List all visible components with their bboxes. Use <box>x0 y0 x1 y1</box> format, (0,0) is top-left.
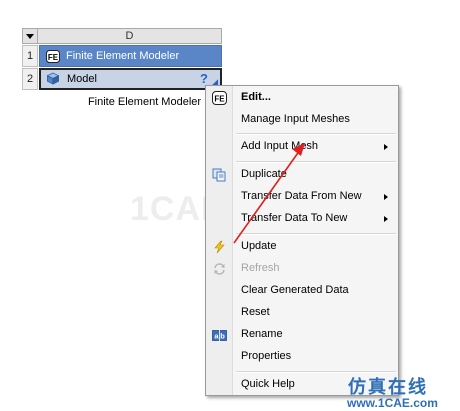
duplicate-icon <box>212 168 226 182</box>
system-title-label: Finite Element Modeler <box>66 50 180 62</box>
menu-item-label: Edit... <box>241 91 271 103</box>
menu-item-refresh: Refresh <box>206 258 398 280</box>
system-header: D <box>22 28 222 44</box>
menu-item-manage-input-meshes[interactable]: Manage Input Meshes <box>206 109 398 131</box>
menu-separator <box>236 233 396 235</box>
system-row-2[interactable]: 2 Model ? ◢ <box>22 68 222 90</box>
fe-icon: FE <box>46 50 60 63</box>
svg-text:FE: FE <box>48 53 59 62</box>
refresh-icon <box>214 263 225 275</box>
menu-item-label: Rename <box>241 328 283 340</box>
system-title-cell[interactable]: FE Finite Element Modeler <box>39 45 222 67</box>
fe-icon: FE <box>212 91 227 105</box>
menu-item-label: Properties <box>241 350 292 362</box>
menu-item-label: Transfer Data From New <box>241 190 362 202</box>
menu-separator <box>236 161 396 163</box>
menu-item-edit[interactable]: FE Edit... <box>206 87 398 109</box>
system-row-1[interactable]: 1 FE Finite Element Modeler <box>22 45 222 67</box>
svg-text:FE: FE <box>214 95 225 104</box>
menu-separator <box>236 133 396 135</box>
submenu-arrow-icon <box>384 216 388 222</box>
menu-item-label: Quick Help <box>241 378 295 390</box>
watermark-url: www.1CAE.com <box>347 396 438 410</box>
menu-item-label: Update <box>241 240 277 252</box>
row-number: 2 <box>22 68 38 90</box>
lightning-icon <box>214 240 225 254</box>
context-menu: FE Edit... Manage Input Meshes Add Input… <box>205 85 399 396</box>
submenu-arrow-icon <box>384 144 388 150</box>
system-menu-toggle[interactable] <box>22 28 38 44</box>
rename-icon: a b <box>212 329 227 342</box>
menu-item-label: Clear Generated Data <box>241 284 349 296</box>
menu-item-add-input-mesh[interactable]: Add Input Mesh <box>206 136 398 158</box>
menu-item-label: Manage Input Meshes <box>241 113 350 125</box>
row-number: 1 <box>22 45 38 67</box>
dropdown-arrow-icon <box>26 34 34 39</box>
menu-item-rename[interactable]: a b Rename <box>206 324 398 346</box>
menu-item-label: Duplicate <box>241 168 287 180</box>
model-cube-icon <box>46 72 60 85</box>
menu-item-label: Add Input Mesh <box>241 140 319 152</box>
system-block: D 1 FE Finite Element Modeler 2 Model ? … <box>22 28 222 108</box>
menu-item-transfer-data-to-new[interactable]: Transfer Data To New <box>206 208 398 230</box>
submenu-arrow-icon <box>384 194 388 200</box>
menu-item-reset[interactable]: Reset <box>206 302 398 324</box>
menu-item-label: Refresh <box>241 262 280 274</box>
column-header: D <box>38 28 222 44</box>
menu-item-clear-generated-data[interactable]: Clear Generated Data <box>206 280 398 302</box>
model-cell[interactable]: Model ? ◢ <box>39 68 222 90</box>
menu-item-properties[interactable]: Properties <box>206 346 398 368</box>
menu-item-duplicate[interactable]: Duplicate <box>206 164 398 186</box>
menu-item-update[interactable]: Update <box>206 236 398 258</box>
menu-item-label: Reset <box>241 306 270 318</box>
svg-text:b: b <box>220 332 225 341</box>
model-label: Model <box>67 73 97 85</box>
menu-item-label: Transfer Data To New <box>241 212 348 224</box>
system-caption[interactable]: Finite Element Modeler <box>62 96 227 108</box>
menu-item-transfer-data-from-new[interactable]: Transfer Data From New <box>206 186 398 208</box>
